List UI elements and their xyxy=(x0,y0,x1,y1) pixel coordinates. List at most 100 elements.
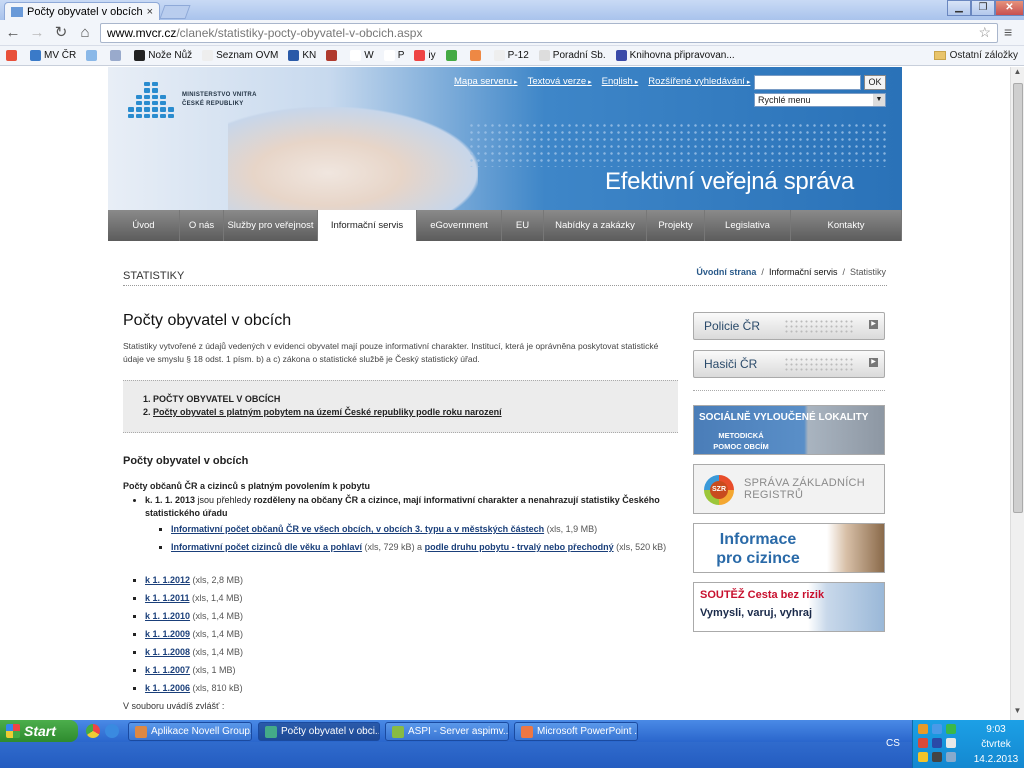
bookmark-item[interactable] xyxy=(469,50,484,61)
bookmark-item[interactable]: Seznam OVM xyxy=(202,50,278,61)
back-arrow-icon[interactable]: ← xyxy=(4,24,22,42)
year-link[interactable]: k 1. 1.2007 xyxy=(145,665,190,675)
banner-social-localities[interactable]: SOCIÁLNĚ VYLOUČENÉ LOKALITY METODICKÁ PO… xyxy=(693,405,885,455)
bookmark-item[interactable] xyxy=(445,50,460,61)
language-indicator[interactable]: CS xyxy=(886,738,900,749)
mainnav-item[interactable]: eGovernment xyxy=(417,210,502,241)
bookmark-label: KN xyxy=(302,50,317,61)
tray-misc-icon[interactable] xyxy=(918,752,928,762)
bookmark-item[interactable] xyxy=(326,50,340,61)
arrow-right-icon: ▶ xyxy=(869,320,878,329)
taskbar-task[interactable]: Aplikace Novell Group... xyxy=(128,722,252,741)
minimize-button[interactable]: ▁ xyxy=(947,0,971,16)
topnav-link[interactable]: Rozšířené vyhledávání xyxy=(648,76,750,87)
bookmark-item[interactable]: iy xyxy=(414,50,436,61)
maximize-button[interactable]: ❐ xyxy=(971,0,995,16)
ie-quicklaunch-icon[interactable] xyxy=(105,724,119,738)
mainnav-item[interactable]: EU xyxy=(502,210,544,241)
topnav-link[interactable]: Textová verze xyxy=(528,76,592,87)
link-foreigners-age[interactable]: Informativní počet cizinců dle věku a po… xyxy=(171,542,362,552)
section-title: Počty obyvatel v obcích xyxy=(123,455,249,467)
mainnav-item[interactable]: Projekty xyxy=(647,210,705,241)
reload-icon[interactable]: ↻ xyxy=(52,24,70,42)
bookmark-item[interactable] xyxy=(6,50,20,61)
browser-menu-icon[interactable]: ≡ xyxy=(1004,24,1012,40)
search-ok-button[interactable]: OK xyxy=(864,75,886,90)
tray-device-icon[interactable] xyxy=(946,738,956,748)
bookmark-star-icon[interactable]: ☆ xyxy=(978,24,991,41)
taskbar-task[interactable]: Počty obyvatel v obci... xyxy=(258,722,380,741)
tray-misc2-icon[interactable] xyxy=(932,752,942,762)
scroll-thumb[interactable] xyxy=(1013,83,1023,513)
link-citizens-count[interactable]: Informativní počet občanů ČR ve všech ob… xyxy=(171,524,544,534)
toc-item-2[interactable]: Počty obyvatel s platným pobytem na územ… xyxy=(153,407,666,417)
start-button[interactable]: Start xyxy=(0,720,78,742)
list-item: k 1. 1.2008 (xls, 1,4 MB) xyxy=(145,646,678,659)
browser-tab[interactable]: Počty obyvatel v obcích - Mi × xyxy=(4,2,160,20)
breadcrumb-home[interactable]: Úvodní strana xyxy=(696,267,756,277)
year-link[interactable]: k 1. 1.2009 xyxy=(145,629,190,639)
file-meta: (xls, 2,8 MB) xyxy=(190,575,244,585)
year-link[interactable]: k 1. 1.2010 xyxy=(145,611,190,621)
chrome-quicklaunch-icon[interactable] xyxy=(86,724,100,738)
mainnav-item[interactable]: Legislativa xyxy=(705,210,791,241)
site-search-input[interactable] xyxy=(754,75,861,90)
quick-menu-select[interactable]: Rychlé menu ▼ xyxy=(754,93,886,107)
toc-item-1[interactable]: POČTY OBYVATEL V OBCÍCH xyxy=(153,394,666,404)
section-heading: STATISTIKY xyxy=(123,270,185,282)
article-content: Počty obyvatel v obcích Statistiky vytvo… xyxy=(123,312,678,711)
topnav-link[interactable]: English xyxy=(602,76,639,87)
browser-toolbar: ← → ↻ ⌂ www.mvcr.cz/clanek/statistiky-po… xyxy=(0,20,1024,46)
hasici-button[interactable]: Hasiči ČR ▶ xyxy=(693,350,885,378)
close-window-button[interactable]: ✕ xyxy=(995,0,1024,16)
tray-shield-icon[interactable] xyxy=(946,724,956,734)
year-link[interactable]: k 1. 1.2012 xyxy=(145,575,190,585)
bookmark-item[interactable]: Knihovna připravovan... xyxy=(615,50,735,61)
address-bar[interactable]: www.mvcr.cz/clanek/statistiky-pocty-obyv… xyxy=(100,23,998,43)
breadcrumb-info-servis[interactable]: Informační servis xyxy=(769,267,838,277)
vertical-scrollbar[interactable]: ▲ ▼ xyxy=(1010,67,1024,720)
year-link[interactable]: k 1. 1.2008 xyxy=(145,647,190,657)
bookmark-item[interactable]: MV ČR xyxy=(30,50,76,61)
policie-button[interactable]: Policie ČR ▶ xyxy=(693,312,885,340)
mainnav-item[interactable]: Úvod xyxy=(108,210,180,241)
link-foreigners-residence[interactable]: podle druhu pobytu - trvalý nebo přechod… xyxy=(425,542,614,552)
table-of-contents: POČTY OBYVATEL V OBCÍCH Počty obyvatel s… xyxy=(123,380,678,433)
bookmark-item[interactable]: Nože Nůž xyxy=(134,50,192,61)
tray-app-icon[interactable] xyxy=(918,724,928,734)
tray-volume-icon[interactable] xyxy=(932,738,942,748)
forward-arrow-icon[interactable]: → xyxy=(28,24,46,42)
tab-close-icon[interactable]: × xyxy=(147,6,153,18)
taskbar-task[interactable]: ASPI - Server aspimv... xyxy=(385,722,509,741)
mainnav-item[interactable]: Nabídky a zakázky xyxy=(544,210,647,241)
topnav-link[interactable]: Mapa serveru xyxy=(454,76,518,87)
banner-foreigners-info[interactable]: Informace pro cizince xyxy=(693,523,885,573)
year-link[interactable]: k 1. 1.2011 xyxy=(145,593,190,603)
tray-network-icon[interactable] xyxy=(932,724,942,734)
ministry-logo[interactable]: MINISTERSTVO VNITRA ČESKÉ REPUBLIKY xyxy=(128,82,257,118)
mainnav-item[interactable]: O nás xyxy=(180,210,224,241)
scroll-up-icon[interactable]: ▲ xyxy=(1011,67,1024,81)
clock[interactable]: 9:03 čtvrtek 14.2.2013 xyxy=(968,722,1024,767)
banner-competition[interactable]: SOUTĚŽ Cesta bez rizik Vymysli, varuj, v… xyxy=(693,582,885,632)
bookmark-item[interactable] xyxy=(110,50,124,61)
bookmark-item[interactable] xyxy=(86,50,100,61)
taskbar-task[interactable]: Microsoft PowerPoint ... xyxy=(514,722,638,741)
bookmark-item[interactable]: W xyxy=(350,50,374,61)
home-icon[interactable]: ⌂ xyxy=(76,24,94,42)
list-item: k 1. 1.2006 (xls, 810 kB) xyxy=(145,682,678,695)
bookmark-item[interactable]: P xyxy=(383,50,404,61)
bookmark-item[interactable]: KN xyxy=(288,50,316,61)
other-bookmarks[interactable]: Ostatní záložky xyxy=(933,50,1018,61)
bookmark-item[interactable]: P-12 xyxy=(493,50,529,61)
banner-szr[interactable]: SZR SPRÁVA ZÁKLADNÍCH REGISTRŮ xyxy=(693,464,885,514)
scroll-down-icon[interactable]: ▼ xyxy=(1011,706,1024,720)
bookmark-item[interactable]: Poradní Sb. xyxy=(538,50,606,61)
mainnav-item[interactable]: Kontakty xyxy=(791,210,902,241)
mainnav-item[interactable]: Služby pro veřejnost xyxy=(224,210,318,241)
tray-alert-icon[interactable] xyxy=(918,738,928,748)
new-tab-button[interactable] xyxy=(159,5,191,19)
tray-misc3-icon[interactable] xyxy=(946,752,956,762)
year-link[interactable]: k 1. 1.2006 xyxy=(145,683,190,693)
mainnav-item[interactable]: Informační servis xyxy=(318,210,417,241)
